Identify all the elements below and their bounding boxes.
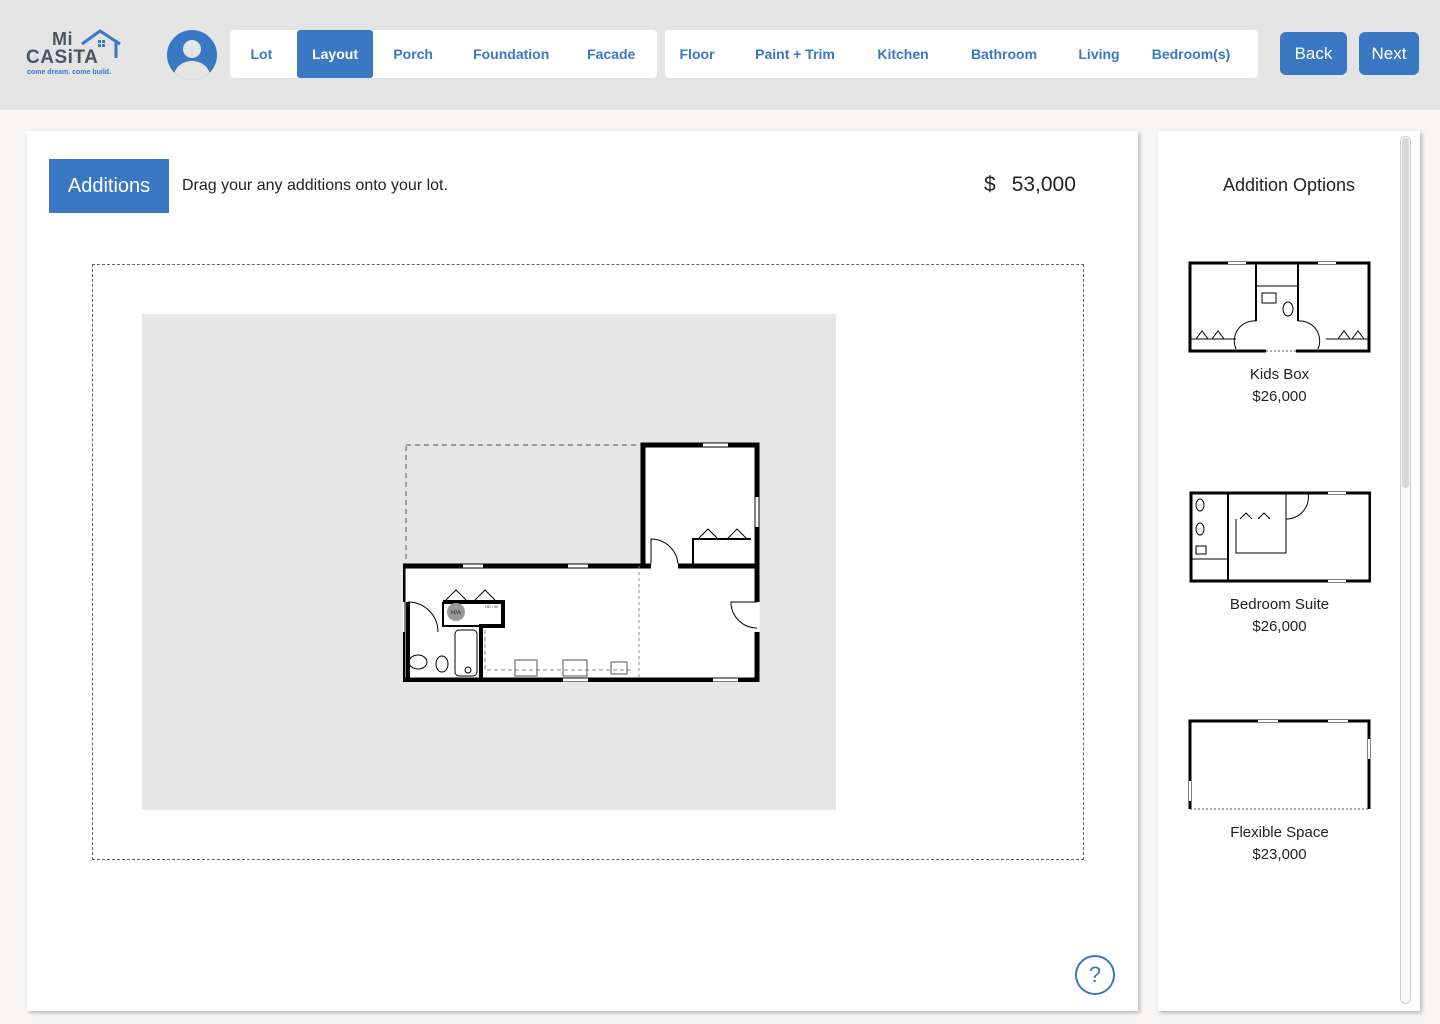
tab-layout[interactable]: Layout [296,30,374,78]
layout-panel: Additions Drag your any additions onto y… [27,131,1138,1011]
instructions-text: Drag your any additions onto your lot. [182,177,448,194]
house-floor-plan[interactable]: H/A HD / W [403,442,760,682]
bedroom-suite-plan-thumbnail [1189,491,1372,583]
option-name: Flexible Space [1230,824,1329,841]
lot-drop-zone[interactable]: H/A HD / W [92,264,1084,860]
option-price: $26,000 [1252,618,1307,635]
options-scrollbar-thumb[interactable] [1402,138,1409,488]
washer-dryer-label: HD / W [485,604,498,609]
tab-lot[interactable]: Lot [234,30,289,78]
tab-living[interactable]: Living [1067,30,1131,78]
top-header: Mi CASiTA come dream. come build. Lot La… [0,0,1440,110]
addition-options-title: Addition Options [1222,175,1356,195]
tab-group-exterior: Lot Layout Porch Foundation Facade [230,30,657,78]
price-value: 53,000 [1011,173,1076,196]
water-heater-label: H/A [451,611,461,617]
option-name: Bedroom Suite [1229,596,1330,613]
kids-box-plan-thumbnail [1188,261,1371,353]
option-price: $26,000 [1252,388,1307,405]
addition-options-panel: Addition Options Kids Box $26,000 Bedroo… [1158,131,1420,1011]
logo-tagline: come dream. come build. [27,69,112,76]
option-bedroom-suite[interactable]: Bedroom Suite $26,000 [1188,491,1372,635]
tab-kitchen[interactable]: Kitchen [865,30,941,78]
additions-button[interactable]: Additions [49,159,169,213]
tab-group-interior: Floor Paint + Trim Kitchen Bathroom Livi… [665,30,1258,78]
total-price: $53,000 [984,173,1076,197]
user-avatar[interactable] [167,30,217,80]
tab-floor[interactable]: Floor [669,30,725,78]
back-button[interactable]: Back [1280,32,1347,75]
tab-bathroom[interactable]: Bathroom [941,30,1067,78]
price-currency: $ [984,173,996,196]
tab-facade[interactable]: Facade [569,30,653,78]
avatar-head-shape [183,40,201,58]
logo-casita-text: CASiTA [26,47,99,68]
help-button[interactable]: ? [1075,955,1115,995]
flexible-space-plan-thumbnail [1188,719,1371,810]
avatar-body-shape [174,61,210,80]
tab-foundation[interactable]: Foundation [453,30,569,78]
tab-paint-trim[interactable]: Paint + Trim [725,30,865,78]
next-button[interactable]: Next [1359,32,1419,75]
option-flexible-space[interactable]: Flexible Space $23,000 [1188,719,1371,863]
option-price: $23,000 [1252,846,1307,863]
tab-porch[interactable]: Porch [373,30,453,78]
mi-casita-logo[interactable]: Mi CASiTA come dream. come build. [24,26,128,82]
tab-bedrooms[interactable]: Bedroom(s) [1131,30,1251,78]
option-kids-box[interactable]: Kids Box $26,000 [1188,261,1371,405]
option-name: Kids Box [1249,366,1310,383]
lot-buildable-area[interactable]: H/A HD / W [142,314,836,810]
